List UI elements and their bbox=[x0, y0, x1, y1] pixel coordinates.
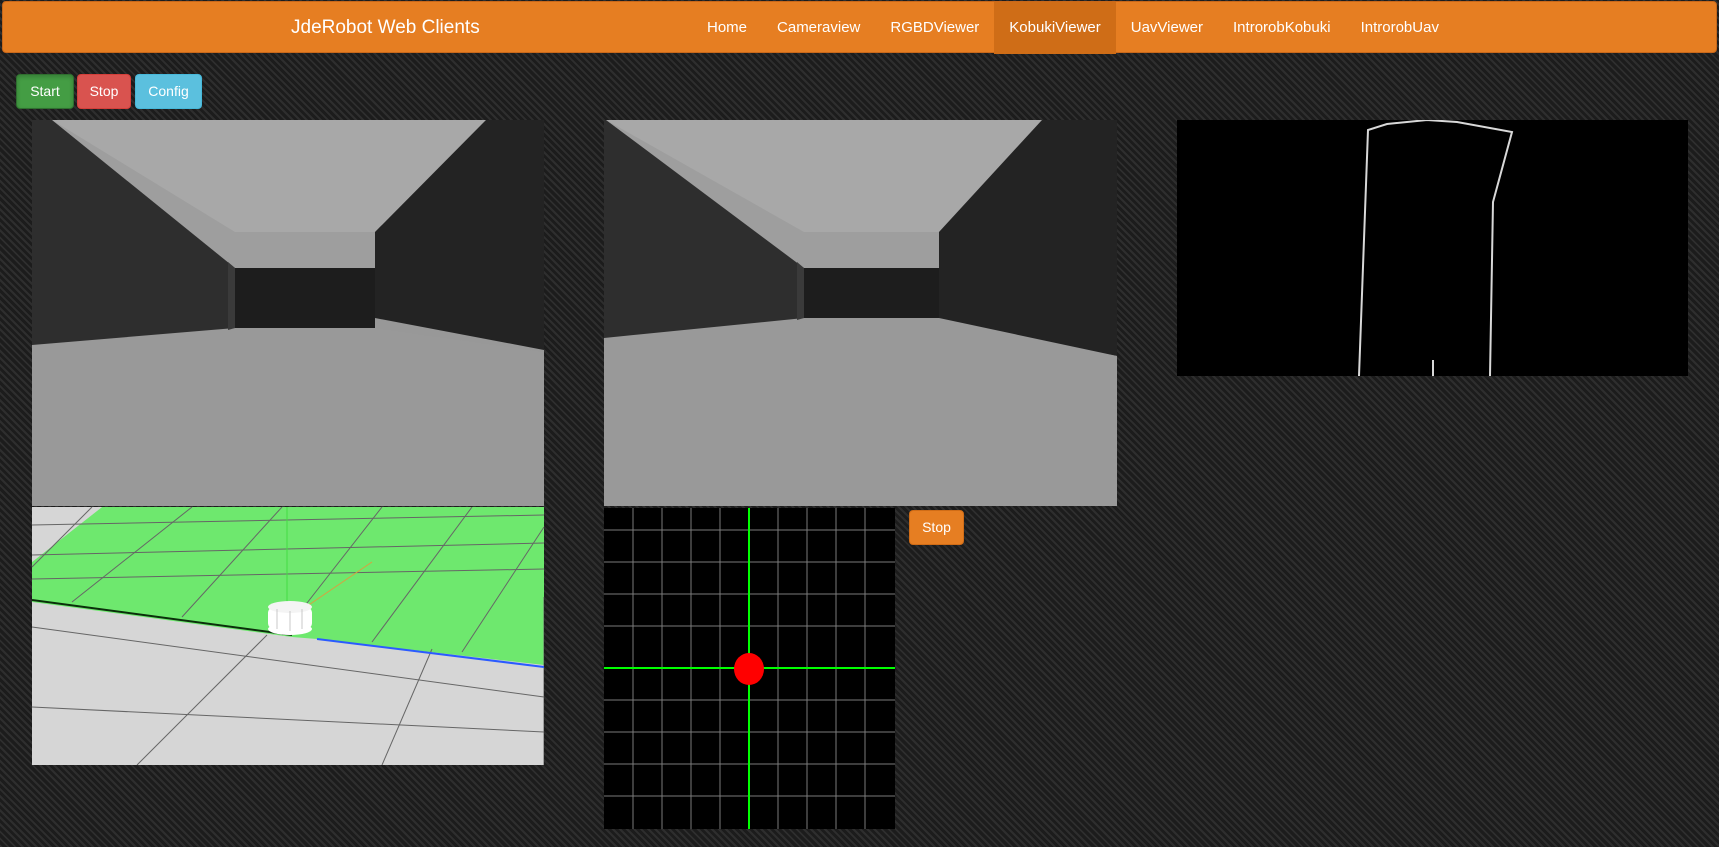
camera-right-image bbox=[604, 120, 1117, 506]
teleop-pointer-icon[interactable] bbox=[734, 653, 764, 685]
nav-item-introrobuav[interactable]: IntrorobUav bbox=[1346, 2, 1454, 54]
world-3d-view bbox=[32, 507, 544, 765]
camera-view-left bbox=[32, 120, 544, 506]
nav-item-uavviewer[interactable]: UavViewer bbox=[1116, 2, 1218, 54]
stop-button[interactable]: Stop bbox=[77, 74, 131, 109]
navbar: JdeRobot Web Clients Home Cameraview RGB… bbox=[2, 1, 1717, 54]
laser-scan-image bbox=[1177, 120, 1688, 376]
teleop-pad[interactable] bbox=[604, 508, 895, 829]
laser-view bbox=[1177, 120, 1688, 376]
nav-menu: Home Cameraview RGBDViewer KobukiViewer … bbox=[692, 2, 1454, 54]
teleop-stop-button[interactable]: Stop bbox=[909, 510, 964, 545]
start-button[interactable]: Start bbox=[16, 74, 74, 109]
camera-left-image bbox=[32, 120, 544, 506]
brand-title[interactable]: JdeRobot Web Clients bbox=[291, 2, 480, 54]
robot-model bbox=[268, 601, 312, 635]
nav-item-home[interactable]: Home bbox=[692, 2, 762, 54]
teleop-grid[interactable] bbox=[604, 508, 895, 829]
camera-view-right bbox=[604, 120, 1117, 506]
nav-item-rgbdviewer[interactable]: RGBDViewer bbox=[875, 2, 994, 54]
nav-item-introrobkobuki[interactable]: IntrorobKobuki bbox=[1218, 2, 1346, 54]
world-3d-scene bbox=[32, 507, 544, 765]
config-button[interactable]: Config bbox=[135, 74, 202, 109]
nav-item-cameraview[interactable]: Cameraview bbox=[762, 2, 875, 54]
nav-item-kobukiviewer[interactable]: KobukiViewer bbox=[994, 2, 1116, 54]
